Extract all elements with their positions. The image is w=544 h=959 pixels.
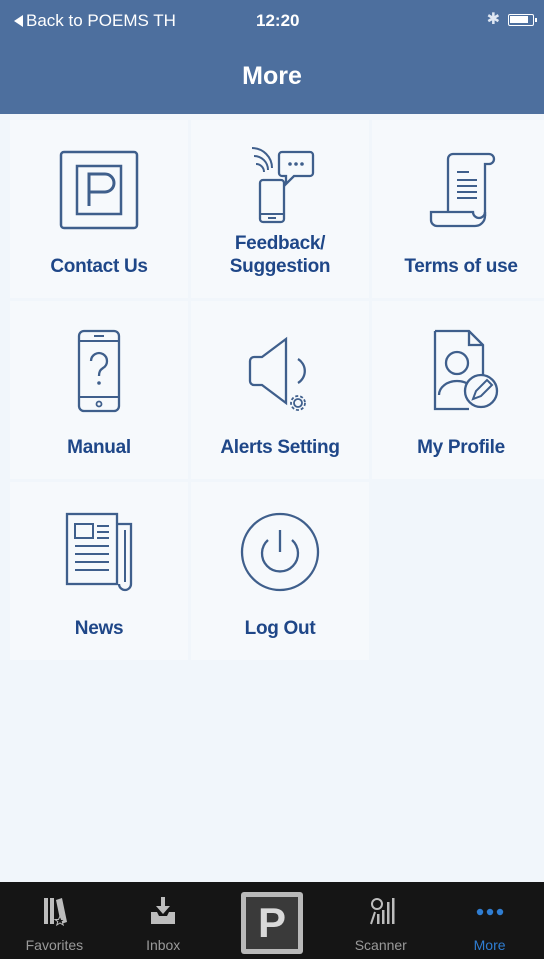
scanner-icon xyxy=(369,898,395,925)
status-bar: Back to POEMS TH 12:20 ✱ xyxy=(0,0,544,40)
favorites-icon xyxy=(44,898,68,927)
menu-item-label: Terms of use xyxy=(404,256,518,277)
bluetooth-icon: ✱ xyxy=(486,11,500,28)
menu-content: Contact Us Feedback/ Suggestion Terms of… xyxy=(0,114,544,882)
menu-item-label: Contact Us xyxy=(50,256,148,277)
back-to-app-link[interactable]: Back to POEMS TH xyxy=(14,11,176,31)
nav-bar: More xyxy=(0,40,544,114)
menu-item-log-out[interactable]: Log Out xyxy=(191,482,369,660)
menu-grid: Contact Us Feedback/ Suggestion Terms of… xyxy=(10,120,544,660)
tab-home[interactable]: P xyxy=(218,882,327,959)
status-indicators: ✱ xyxy=(486,11,537,28)
tab-label: Favorites xyxy=(25,937,84,953)
tab-label: Inbox xyxy=(146,937,181,953)
label-line-1: Feedback/ xyxy=(234,233,326,254)
label-line-2: Suggestion xyxy=(229,256,331,277)
phone-question-icon xyxy=(77,329,121,413)
tab-favorites[interactable]: Favorites xyxy=(0,882,109,959)
menu-item-label: My Profile xyxy=(417,437,505,458)
poems-logo-icon xyxy=(59,150,139,230)
profile-edit-icon xyxy=(433,329,499,411)
menu-item-news[interactable]: News xyxy=(10,482,188,660)
phone-chat-icon xyxy=(251,147,315,224)
menu-item-label: News xyxy=(74,618,124,639)
more-dots-icon xyxy=(476,908,503,916)
power-icon xyxy=(240,512,320,592)
back-label: Back to POEMS TH xyxy=(26,11,176,30)
menu-item-manual[interactable]: Manual xyxy=(10,301,188,479)
menu-item-contact-us[interactable]: Contact Us xyxy=(10,120,188,298)
menu-item-label: Log Out xyxy=(244,618,316,639)
tab-bar: Favorites Inbox P Scanner More xyxy=(0,882,544,959)
menu-item-label: Manual xyxy=(67,437,131,458)
menu-item-terms[interactable]: Terms of use xyxy=(372,120,544,298)
inbox-download-icon xyxy=(151,897,176,924)
speaker-gear-icon xyxy=(248,336,306,411)
logo-inner: P xyxy=(245,897,298,949)
tab-scanner[interactable]: Scanner xyxy=(326,882,435,959)
page-title: More xyxy=(242,62,302,90)
logo-letter: P xyxy=(257,899,286,946)
menu-item-feedback[interactable]: Feedback/ Suggestion xyxy=(191,120,369,298)
newspaper-icon xyxy=(65,512,133,592)
tab-label: More xyxy=(473,937,506,953)
menu-item-alerts-setting[interactable]: Alerts Setting xyxy=(191,301,369,479)
tab-inbox[interactable]: Inbox xyxy=(109,882,218,959)
tab-label: Scanner xyxy=(354,937,407,953)
poems-logo-button: P xyxy=(240,892,303,954)
back-arrow-icon xyxy=(14,15,23,27)
menu-item-label: Alerts Setting xyxy=(220,437,340,458)
scroll-document-icon xyxy=(429,152,496,228)
status-time: 12:20 xyxy=(256,11,300,30)
menu-item-my-profile[interactable]: My Profile xyxy=(372,301,544,479)
tab-more[interactable]: More xyxy=(435,882,544,959)
menu-item-label: Feedback/ Suggestion xyxy=(191,232,369,278)
battery-icon xyxy=(508,14,537,26)
